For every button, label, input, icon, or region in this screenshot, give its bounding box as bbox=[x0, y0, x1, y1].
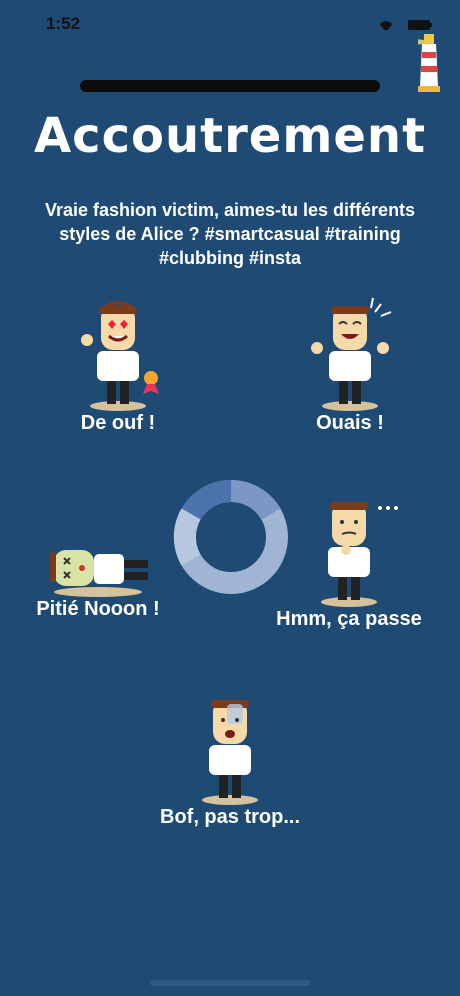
happy-character-icon bbox=[311, 297, 392, 411]
rating-label: Ouais ! bbox=[316, 412, 384, 434]
dead-character-icon bbox=[50, 550, 148, 597]
rating-label: Hmm, ça passe bbox=[276, 608, 422, 630]
disappointed-character-icon bbox=[202, 700, 258, 805]
rating-ouais[interactable]: Ouais ! bbox=[290, 296, 410, 435]
rating-pitie-nooon[interactable]: Pitié Nooon ! bbox=[30, 536, 166, 621]
page-title: Accoutrement bbox=[33, 108, 427, 164]
rating-hmm-ca-passe[interactable]: Hmm, ça passe bbox=[268, 492, 430, 631]
rating-label: Bof, pas trop... bbox=[160, 806, 300, 828]
home-indicator bbox=[150, 980, 310, 986]
page-subtitle: Vraie fashion victim, aimes-tu les diffé… bbox=[44, 200, 416, 268]
wifi-icon bbox=[380, 21, 392, 30]
rating-bof-pas-trop[interactable]: Bof, pas trop... bbox=[140, 690, 320, 829]
lighthouse-icon bbox=[418, 34, 440, 92]
status-time: 1:52 bbox=[46, 14, 81, 33]
thinking-character-icon bbox=[321, 502, 398, 607]
rating-label: De ouf ! bbox=[80, 412, 156, 434]
rating-de-ouf[interactable]: De ouf ! bbox=[58, 296, 178, 435]
rating-label: Pitié Nooon ! bbox=[36, 598, 160, 620]
top-scroll-indicator bbox=[80, 80, 380, 92]
love-character-icon bbox=[81, 301, 159, 411]
